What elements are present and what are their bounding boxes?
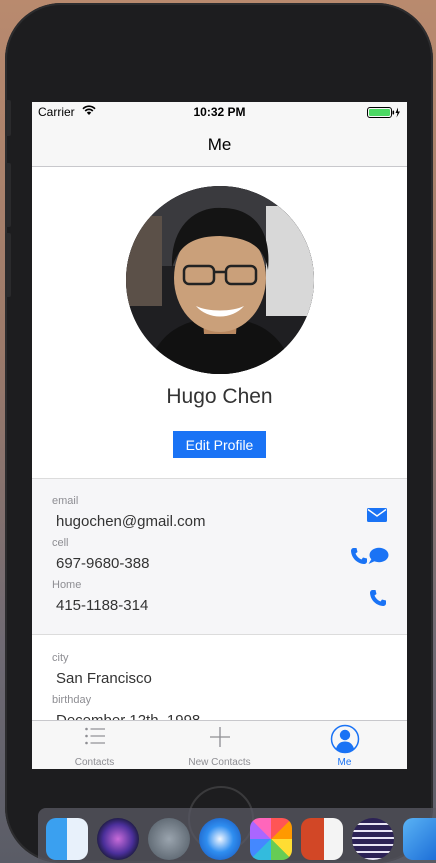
profile-avatar[interactable] bbox=[126, 186, 314, 374]
battery-charging-icon bbox=[367, 107, 400, 118]
list-icon bbox=[84, 727, 105, 745]
photos-icon[interactable] bbox=[250, 818, 292, 860]
siri-icon[interactable] bbox=[97, 818, 139, 860]
edit-profile-button[interactable]: Edit Profile bbox=[173, 431, 266, 458]
macos-dock bbox=[38, 808, 436, 863]
city-label: city bbox=[52, 652, 69, 664]
status-time: 10:32 PM bbox=[193, 105, 246, 119]
powerpoint-icon[interactable] bbox=[301, 818, 343, 860]
tab-me[interactable]: Me bbox=[282, 721, 407, 769]
cell-label: cell bbox=[52, 537, 69, 549]
home-phone-icon[interactable] bbox=[369, 589, 387, 607]
app-screen: Carrier 10:32 PM Me Hugo Chen Edit Profi… bbox=[32, 102, 407, 769]
volume-down-button bbox=[5, 233, 11, 297]
tab-bar: Contacts New Contacts Me bbox=[32, 720, 407, 769]
details-section: city San Francisco birthday December 12t… bbox=[32, 635, 407, 729]
home-value[interactable]: 415-1188-314 bbox=[56, 597, 148, 614]
safari-icon[interactable] bbox=[199, 818, 241, 860]
mute-switch bbox=[5, 100, 11, 136]
plus-icon bbox=[209, 727, 230, 747]
finder-icon[interactable] bbox=[46, 818, 88, 860]
contact-info-section: email hugochen@gmail.com cell 697-9680-3… bbox=[32, 479, 407, 635]
tab-contacts-label: Contacts bbox=[74, 757, 115, 768]
status-bar: Carrier 10:32 PM bbox=[32, 102, 407, 122]
tab-contacts[interactable]: Contacts bbox=[32, 721, 157, 769]
mail-icon[interactable] bbox=[367, 508, 387, 522]
launchpad-icon[interactable] bbox=[148, 818, 190, 860]
tab-me-label: Me bbox=[337, 757, 352, 768]
profile-name: Hugo Chen bbox=[166, 385, 273, 408]
navigation-bar: Me bbox=[32, 122, 407, 167]
message-bubble-icon[interactable] bbox=[367, 547, 389, 565]
volume-up-button bbox=[5, 163, 11, 227]
profile-photo bbox=[126, 186, 314, 374]
home-label: Home bbox=[52, 579, 82, 591]
xcode-icon[interactable] bbox=[403, 818, 436, 860]
tab-new-contacts-label: New Contacts bbox=[188, 757, 251, 768]
tab-new-contacts[interactable]: New Contacts bbox=[157, 721, 282, 769]
email-label: email bbox=[52, 495, 79, 507]
cell-value[interactable]: 697-9680-388 bbox=[56, 555, 149, 572]
city-value: San Francisco bbox=[56, 670, 152, 687]
birthday-label: birthday bbox=[52, 694, 92, 706]
email-value[interactable]: hugochen@gmail.com bbox=[56, 513, 205, 530]
phone-icon[interactable] bbox=[350, 547, 368, 565]
eclipse-icon[interactable] bbox=[352, 818, 394, 860]
profile-header: Hugo Chen Edit Profile bbox=[32, 167, 407, 479]
page-title: Me bbox=[207, 135, 232, 154]
person-circle-icon bbox=[330, 724, 359, 754]
